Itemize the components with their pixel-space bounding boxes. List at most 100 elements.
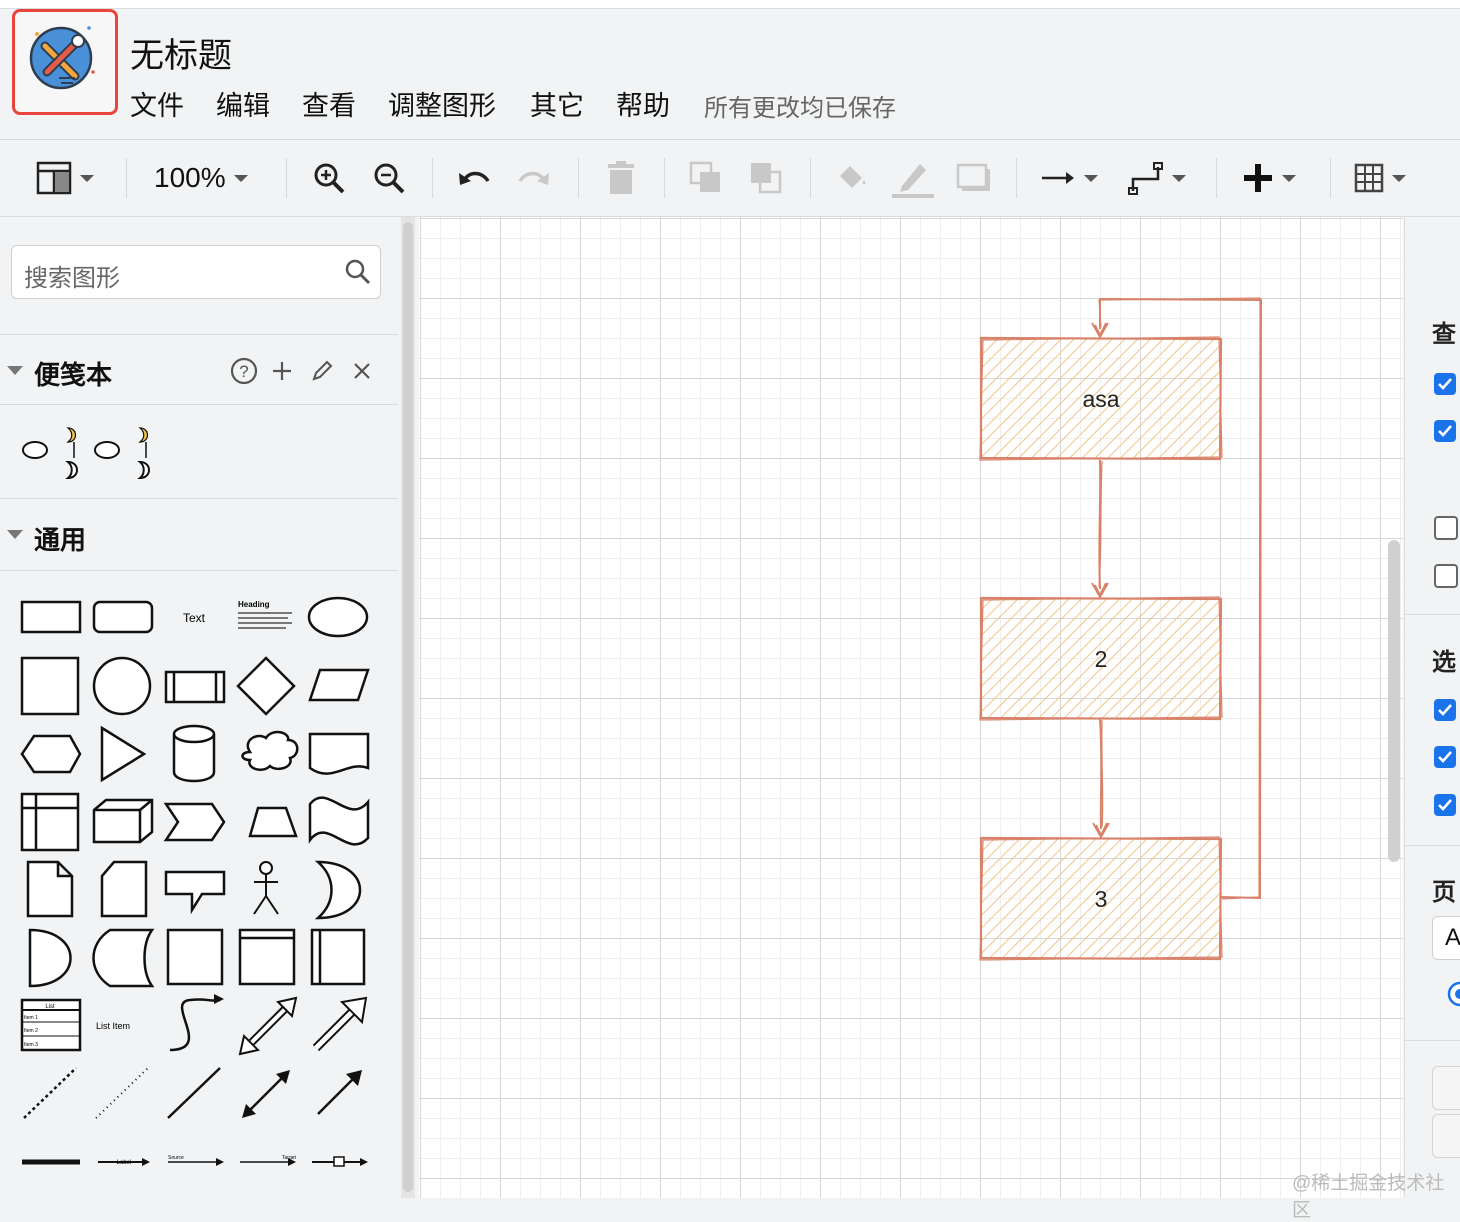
clear-default-style-button[interactable] — [1432, 1114, 1460, 1158]
insert-dropdown[interactable] — [1242, 158, 1296, 198]
checkbox-connection-points[interactable] — [1434, 746, 1456, 768]
shape-dashed-line[interactable] — [23, 1067, 77, 1119]
edge-2-to-3[interactable] — [1092, 718, 1110, 839]
shape-step[interactable] — [163, 802, 226, 842]
collapse-triangle-icon[interactable] — [7, 530, 23, 539]
format-panel-button[interactable] — [36, 158, 94, 198]
general-section-title[interactable]: 通用 — [34, 520, 86, 557]
scratchpad-title[interactable]: 便笺本 — [34, 355, 112, 392]
radio-portrait[interactable] — [1446, 980, 1460, 1008]
shape-trapezoid[interactable] — [248, 806, 298, 838]
waypoints-dropdown[interactable] — [1128, 158, 1186, 198]
checkbox-page-view[interactable] — [1434, 420, 1456, 442]
canvas-scrollbar-thumb[interactable] — [1388, 540, 1400, 862]
shape-note[interactable] — [26, 860, 74, 918]
shape-card[interactable] — [100, 860, 148, 918]
scratchpad-items[interactable] — [18, 420, 168, 484]
shape-internal-storage[interactable] — [20, 792, 80, 852]
redo-button[interactable] — [516, 158, 552, 198]
help-icon[interactable]: ? — [230, 357, 258, 385]
shape-tape[interactable] — [308, 796, 370, 846]
shape-container-square[interactable] — [166, 928, 224, 986]
node-label-asa[interactable]: asa — [981, 386, 1221, 413]
checkbox-background[interactable] — [1434, 516, 1458, 540]
shape-or[interactable] — [314, 860, 362, 920]
shape-rectangle[interactable] — [20, 600, 82, 634]
checkbox-shadow[interactable] — [1434, 564, 1458, 588]
shape-square[interactable] — [20, 656, 80, 716]
shape-edge-label-source-target[interactable]: Target — [240, 1155, 297, 1166]
checkbox-guides[interactable] — [1434, 794, 1456, 816]
edit-pencil-icon[interactable] — [310, 359, 334, 383]
to-front-button[interactable] — [688, 158, 724, 198]
sidebar-scrollbar-thumb[interactable] — [403, 222, 413, 1192]
menu-help[interactable]: 帮助 — [616, 84, 670, 123]
shape-document[interactable] — [308, 732, 370, 775]
shape-curve[interactable] — [169, 994, 224, 1052]
shape-cube[interactable] — [92, 798, 154, 844]
shape-circle[interactable] — [92, 656, 152, 716]
list-item-3: Item 3 — [24, 1042, 38, 1048]
checkbox-connection-arrows[interactable] — [1434, 699, 1456, 721]
shape-directional-connector[interactable] — [317, 1070, 362, 1115]
shape-data-storage[interactable] — [92, 928, 155, 988]
document-title[interactable]: 无标题 — [130, 28, 232, 77]
delete-button[interactable] — [604, 158, 638, 198]
menu-arrange[interactable]: 调整图形 — [388, 84, 496, 123]
table-dropdown[interactable] — [1354, 158, 1406, 198]
app-logo[interactable] — [12, 9, 118, 115]
shape-line[interactable] — [167, 1067, 221, 1119]
node-label-3[interactable]: 3 — [981, 886, 1221, 913]
shape-cloud[interactable] — [241, 730, 299, 771]
shape-container[interactable] — [238, 928, 296, 986]
checkbox-grid[interactable] — [1434, 373, 1456, 395]
zoom-dropdown[interactable]: 100% — [154, 158, 248, 198]
menu-view[interactable]: 查看 — [302, 84, 356, 123]
shape-diamond[interactable] — [236, 656, 296, 716]
connection-dropdown[interactable] — [1040, 158, 1098, 198]
shape-bidirectional-connector[interactable] — [242, 1070, 290, 1118]
shape-process[interactable] — [164, 670, 226, 704]
zoom-out-button[interactable] — [372, 158, 406, 198]
shape-bidirectional-arrow[interactable] — [238, 996, 298, 1056]
shape-ellipse[interactable] — [307, 596, 369, 638]
menu-file[interactable]: 文件 — [130, 84, 184, 123]
shape-actor[interactable] — [253, 861, 279, 915]
toolbar-separator — [286, 158, 287, 198]
menu-edit[interactable]: 编辑 — [216, 84, 270, 123]
collapse-triangle-icon[interactable] — [7, 366, 23, 375]
shape-triangle[interactable] — [100, 725, 147, 783]
menu-extras[interactable]: 其它 — [530, 84, 584, 123]
shape-list[interactable]: List Item 1 Item 2 Item 3 — [20, 998, 82, 1052]
shape-rounded-rectangle[interactable] — [92, 600, 154, 634]
add-icon[interactable] — [270, 359, 294, 383]
edge-asa-to-2[interactable] — [1091, 459, 1109, 599]
shape-dotted-line[interactable] — [95, 1067, 149, 1119]
shape-hexagon[interactable] — [20, 734, 82, 774]
close-icon[interactable] — [350, 359, 374, 383]
shadow-button[interactable] — [956, 158, 992, 198]
shape-callout[interactable] — [164, 870, 226, 915]
shape-textbox[interactable]: Heading — [238, 600, 292, 629]
watermark: @稀土掘金技术社区 — [1292, 1173, 1445, 1221]
shape-delay[interactable] — [28, 928, 72, 988]
search-input[interactable]: 搜索图形 — [24, 258, 120, 293]
search-icon[interactable] — [345, 259, 371, 285]
fill-color-button[interactable] — [834, 158, 870, 198]
shape-list-item[interactable]: List Item — [96, 1021, 130, 1031]
node-label-2[interactable]: 2 — [981, 646, 1221, 673]
line-color-button[interactable] — [892, 158, 934, 198]
zoom-in-button[interactable] — [312, 158, 346, 198]
shape-vertical-container[interactable] — [310, 928, 366, 986]
shape-cylinder[interactable] — [172, 724, 216, 783]
shape-edge-with-message[interactable] — [312, 1156, 368, 1167]
shape-arrow[interactable] — [312, 996, 368, 1052]
to-back-button[interactable] — [748, 158, 784, 198]
shape-text[interactable]: Text — [183, 611, 206, 625]
shape-edge-source-target[interactable]: Source — [168, 1155, 224, 1166]
page-size-select[interactable]: A — [1432, 916, 1460, 960]
shape-parallelogram[interactable] — [308, 668, 370, 702]
shape-edge-with-label[interactable]: Label — [98, 1158, 150, 1166]
undo-button[interactable] — [456, 158, 492, 198]
edit-data-button[interactable] — [1432, 1066, 1460, 1110]
